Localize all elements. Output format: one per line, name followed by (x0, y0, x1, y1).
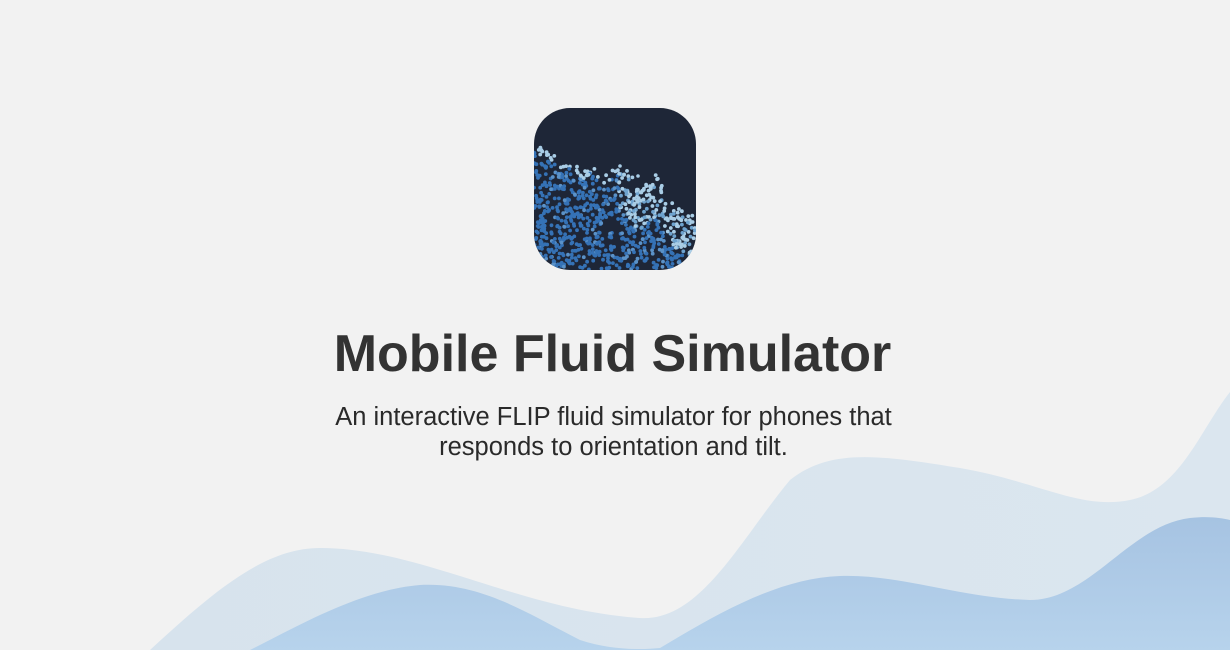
subtitle-line-2: responds to orientation and tilt. (439, 433, 788, 461)
page-title: Mobile Fluid Simulator (333, 325, 892, 383)
fluid-particles-icon (534, 108, 696, 270)
subtitle-line-1: An interactive FLIP fluid simulator for … (335, 403, 892, 431)
page-subtitle: An interactive FLIP fluid simulator for … (0, 402, 1227, 462)
